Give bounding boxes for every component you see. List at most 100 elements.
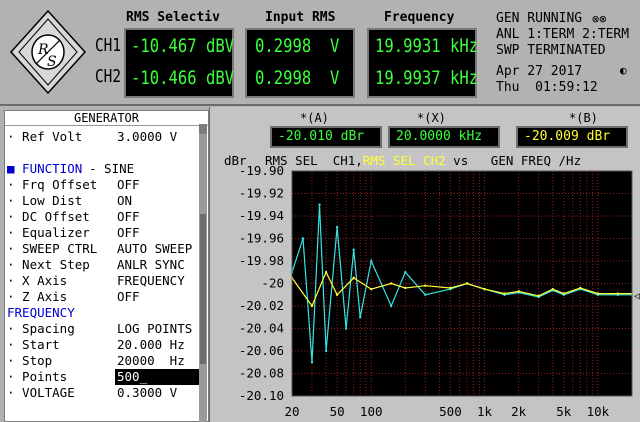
data-point <box>517 290 520 293</box>
generator-row-value[interactable]: - SINE <box>89 161 134 176</box>
generator-row-label: ■ FUNCTION <box>7 161 83 176</box>
data-point <box>301 237 305 240</box>
generator-row[interactable]: · Points 500_ <box>7 369 202 385</box>
generator-row-value[interactable]: LOG POINTS <box>117 321 192 336</box>
generator-row[interactable]: · Spacing LOG POINTS <box>7 321 202 337</box>
x-tick-label: 10k <box>587 404 610 419</box>
scrollbar-thumb[interactable] <box>200 214 206 364</box>
y-tick-label: -19.94 <box>239 208 284 223</box>
sweep-status: SWP TERMINATED <box>496 43 606 58</box>
generator-row[interactable]: · Z Axis OFF <box>7 289 202 305</box>
generator-row[interactable]: · SWEEP CTRL AUTO SWEEP <box>7 241 202 257</box>
generator-row-value[interactable]: 3.0000 V <box>117 129 177 144</box>
y-tick-label: -20.06 <box>239 343 284 358</box>
generator-row[interactable]: · Low Dist ON <box>7 193 202 209</box>
generator-row[interactable]: · Equalizer OFF <box>7 225 202 241</box>
y-tick-label: -19.96 <box>239 231 284 246</box>
generator-row-value[interactable]: ON <box>117 193 132 208</box>
generator-row[interactable]: · Start 20.000 Hz <box>7 337 202 353</box>
generator-row-label: · Spacing <box>7 321 75 336</box>
data-point <box>483 287 486 291</box>
generator-panel: GENERATOR · Ref Volt 3.0000 V ■ FUNCTION - … <box>0 110 209 422</box>
generator-row-label: FREQUENCY <box>7 305 75 320</box>
generator-row[interactable]: · DC Offset OFF <box>7 209 202 225</box>
generator-row-value[interactable]: 20.000 Hz <box>117 337 185 352</box>
generator-row-label: · Ref Volt <box>7 129 83 144</box>
generator-row-value[interactable]: ANLR SYNC <box>117 257 185 272</box>
data-point <box>324 349 328 353</box>
rohde-schwarz-logo: R S <box>8 8 88 96</box>
data-point <box>344 327 348 330</box>
data-point <box>359 316 362 319</box>
generator-row[interactable]: · X Axis FREQUENCY <box>7 273 202 289</box>
data-point <box>404 271 407 274</box>
data-point <box>389 304 393 308</box>
y-tick-label: -20.10 <box>239 388 284 403</box>
generator-row-value[interactable]: OFF <box>117 209 140 224</box>
generator-row[interactable]: · Frq Offset OFF <box>7 177 202 193</box>
data-point <box>352 248 355 251</box>
time: Thu 01:59:12 <box>496 80 598 95</box>
generator-row-value[interactable]: 20000 Hz <box>117 353 185 368</box>
data-point <box>404 286 407 290</box>
generator-row-value[interactable]: AUTO SWEEP <box>117 241 192 256</box>
generator-row-value[interactable]: OFF <box>117 289 140 304</box>
generator-row-value[interactable]: OFF <box>117 225 140 240</box>
x-tick-label: 100 <box>360 404 383 419</box>
scroll-up-arrow-icon[interactable] <box>199 124 207 134</box>
ch1-frequency-value: 19.9931 kHz <box>375 35 479 57</box>
data-point <box>310 304 314 308</box>
generator-scrollbar[interactable] <box>199 124 207 422</box>
data-point <box>503 292 506 295</box>
clock-icon: ◐ <box>620 64 627 77</box>
frequency-display: 19.9931 kHz 19.9937 kHz <box>367 28 479 98</box>
frequency-header: Frequency <box>384 10 455 25</box>
y-tick-label: -20.08 <box>239 366 284 381</box>
ch2-input-rms-value: 0.2998 V <box>255 67 340 89</box>
y-tick-label: -19.98 <box>239 253 284 268</box>
generator-row[interactable]: FREQUENCY <box>7 305 202 321</box>
generator-row[interactable]: ■ FUNCTION - SINE <box>7 161 202 177</box>
svg-text:S: S <box>47 54 57 70</box>
x-tick-label: 50 <box>330 404 345 419</box>
data-point <box>335 226 339 229</box>
rms-selectiv-display: -10.467 dBV -10.466 dBV <box>124 28 234 98</box>
data-point <box>352 276 355 280</box>
x-tick-label: 2k <box>511 404 527 419</box>
data-point <box>551 287 554 291</box>
generator-row[interactable]: · Next Step ANLR SYNC <box>7 257 202 273</box>
frequency-response-plot[interactable]: -19.90 -19.92 -19.94 -19.96 -19.98 -20 -20.02 -… <box>210 107 640 422</box>
generator-row[interactable]: · VOLTAGE 0.3000 V <box>7 385 202 401</box>
generator-row-label: · Z Axis <box>7 289 68 304</box>
generator-row-value[interactable]: 500_ <box>117 369 147 384</box>
data-point <box>324 271 328 274</box>
data-point <box>335 293 339 296</box>
data-point <box>537 294 540 298</box>
data-point <box>370 287 373 291</box>
generator-row[interactable]: · Ref Volt 3.0000 V <box>7 129 202 145</box>
generator-row-label: · Low Dist <box>7 193 83 208</box>
data-point <box>318 203 321 206</box>
generator-row-value[interactable]: OFF <box>117 177 140 192</box>
data-point <box>616 292 620 295</box>
generator-row-label: · Frq Offset <box>7 177 98 192</box>
generator-row-label: · Next Step <box>7 257 90 272</box>
y-tick-label: -20 <box>261 276 284 291</box>
generator-row-label: · Points <box>7 369 68 384</box>
y-tick-label: -19.90 <box>239 163 284 178</box>
generator-row-value[interactable]: FREQUENCY <box>117 273 185 288</box>
plot-panel: *(A) *(X) *(B) -20.010 dBr 20.0000 kHz -… <box>209 107 640 422</box>
top-status-bar: R S RMS Selectiv Input RMS Frequency CH1… <box>0 0 640 106</box>
input-rms-header: Input RMS <box>265 10 336 25</box>
generator-row-label: · Start <box>7 337 60 352</box>
generator-row[interactable]: · Stop 20000 Hz <box>7 353 202 369</box>
data-point <box>562 292 565 295</box>
data-point <box>465 282 469 285</box>
generator-row-label: · Equalizer <box>7 225 90 240</box>
rms-selectiv-header: RMS Selectiv <box>126 10 220 25</box>
ch1-label: CH1 <box>95 35 122 56</box>
ch2-frequency-value: 19.9937 kHz <box>375 67 479 89</box>
generator-panel-body: GENERATOR · Ref Volt 3.0000 V ■ FUNCTION - … <box>4 110 209 422</box>
generator-row-value[interactable]: 0.3000 V <box>117 385 177 400</box>
ch2-rms-selectiv-value: -10.466 dBV <box>131 67 235 89</box>
